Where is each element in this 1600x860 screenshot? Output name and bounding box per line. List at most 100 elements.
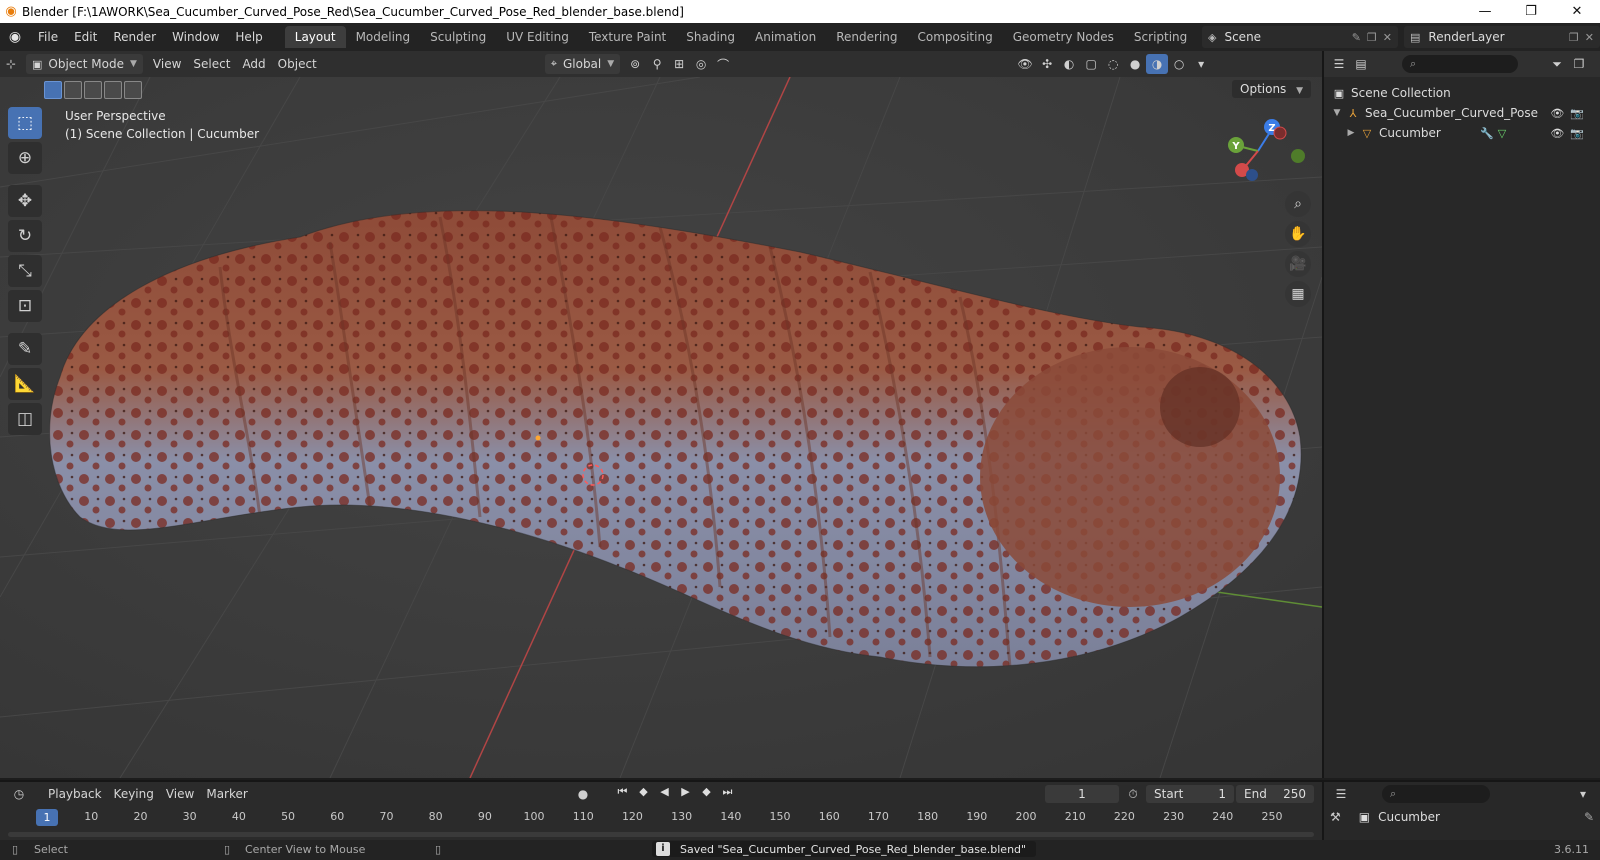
cursor-tool-icon[interactable]: ⊕ [8, 142, 42, 174]
saved-report[interactable]: i Saved "Sea_Cucumber_Curved_Pose_Red_bl… [652, 841, 1037, 857]
outliner-row-cucumber[interactable]: ▶ ▽ Cucumber 🔧 ▽ 👁📷 [1324, 123, 1600, 143]
tab-rendering[interactable]: Rendering [826, 26, 907, 48]
gizmo-neg-y-icon[interactable] [1291, 149, 1305, 163]
menu-add[interactable]: Add [236, 54, 271, 74]
gizmo-neg-x-icon[interactable] [1273, 126, 1287, 140]
menu-window[interactable]: Window [164, 26, 227, 48]
expand-down-icon[interactable]: ▼ [1330, 108, 1344, 118]
current-frame-field[interactable]: 1 [1045, 785, 1119, 803]
prev-keyframe-icon[interactable]: ◆ [634, 785, 653, 799]
3d-viewport[interactable]: User Perspective (1) Scene Collection | … [0, 77, 1322, 778]
menu-timeline-view[interactable]: View [160, 784, 200, 804]
transform-tool-icon[interactable]: ⊡ [8, 290, 42, 322]
close-icon[interactable]: ✕ [1554, 4, 1600, 19]
outliner-row-scene-collection[interactable]: ▣ Scene Collection [1324, 83, 1600, 103]
visibility-icon[interactable]: 👁 [1014, 54, 1036, 74]
shading-options-icon[interactable]: ▾ [1190, 54, 1212, 74]
solid-shading-icon[interactable]: ● [1124, 54, 1146, 74]
menu-marker[interactable]: Marker [200, 784, 253, 804]
select-invert-icon[interactable] [104, 81, 122, 99]
play-reverse-icon[interactable]: ◀ [655, 785, 674, 799]
new-scene-icon[interactable]: ❐ [1367, 31, 1377, 44]
select-extend-icon[interactable] [64, 81, 82, 99]
blender-menu-icon[interactable]: ◉ [0, 29, 30, 45]
mesh-data-icon[interactable]: ▽ [1498, 127, 1506, 140]
move-tool-icon[interactable]: ✥ [8, 185, 42, 217]
tab-layout[interactable]: Layout [284, 26, 346, 48]
restore-icon[interactable]: ❐ [1508, 4, 1554, 19]
viewport-scene[interactable] [0, 77, 1322, 778]
mode-dropdown[interactable]: ▣ Object Mode ▼ [26, 54, 143, 74]
tool-properties-icon[interactable]: ⚒ [1330, 810, 1341, 824]
gizmo-toggle-icon[interactable]: ✣ [1036, 54, 1058, 74]
scene-selector[interactable]: ◈ Scene ✎ ❐ ✕ [1202, 26, 1398, 48]
snap-target-icon[interactable]: ⊞ [668, 54, 690, 74]
properties-editor-icon[interactable]: ☰ [1330, 784, 1352, 804]
next-keyframe-icon[interactable]: ◆ [697, 785, 716, 799]
modifier-wrench-icon[interactable]: 🔧 ▽ [1480, 127, 1506, 140]
jump-start-icon[interactable]: ⏮ [613, 785, 632, 799]
outliner-editor-icon[interactable]: ☰ [1328, 54, 1350, 74]
options-dropdown[interactable]: Options ▼ [1232, 80, 1312, 98]
gizmo-neg-z-icon[interactable] [1246, 169, 1258, 181]
menu-edit[interactable]: Edit [66, 26, 105, 48]
xray-icon[interactable]: ▢ [1080, 54, 1102, 74]
snap-icon[interactable]: ⚲ [646, 54, 668, 74]
pin-icon[interactable]: ✎ [1352, 31, 1361, 44]
properties-search-input[interactable]: ⌕ [1382, 785, 1490, 803]
ortho-toggle-icon[interactable]: ▦ [1285, 281, 1311, 307]
proportional-edit-icon[interactable]: ◎ [690, 54, 712, 74]
menu-object[interactable]: Object [272, 54, 323, 74]
timeline-scrollbar[interactable] [8, 832, 1314, 837]
new-collection-icon[interactable]: ❐ [1568, 54, 1590, 74]
pivot-icon[interactable]: ⊚ [624, 54, 646, 74]
current-frame-marker[interactable]: 1 [36, 809, 58, 826]
select-box-tool-icon[interactable]: ⬚ [8, 107, 42, 139]
play-icon[interactable]: ▶ [676, 785, 695, 799]
pin-icon[interactable]: ✎ [1584, 810, 1594, 824]
tab-geometry-nodes[interactable]: Geometry Nodes [1003, 26, 1124, 48]
delete-scene-icon[interactable]: ✕ [1383, 31, 1392, 44]
clock-icon[interactable]: ⏱ [1122, 784, 1144, 804]
filter-icon[interactable]: ⏷ [1546, 54, 1568, 74]
navigation-gizmo[interactable]: Z Y [1228, 115, 1308, 185]
select-new-icon[interactable] [44, 81, 62, 99]
rotate-tool-icon[interactable]: ↻ [8, 220, 42, 252]
material-shading-icon[interactable]: ◑ [1146, 54, 1169, 74]
expand-right-icon[interactable]: ▶ [1344, 128, 1358, 138]
tab-sculpting[interactable]: Sculpting [420, 26, 496, 48]
overlay-toggle-icon[interactable]: ◐ [1058, 54, 1080, 74]
menu-view[interactable]: View [147, 54, 187, 74]
auto-keying-icon[interactable]: ● [572, 784, 594, 804]
outliner-row-empty[interactable]: ▼ ⅄ Sea_Cucumber_Curved_Pose 👁📷 [1324, 103, 1600, 123]
select-intersect-icon[interactable] [124, 81, 142, 99]
timeline-editor-icon[interactable]: ◷ [8, 784, 30, 804]
menu-help[interactable]: Help [227, 26, 270, 48]
scale-tool-icon[interactable]: ⤡ [8, 255, 42, 287]
jump-end-icon[interactable]: ⏭ [718, 785, 737, 799]
wireframe-shading-icon[interactable]: ◌ [1102, 54, 1124, 74]
minimize-icon[interactable]: — [1462, 4, 1508, 19]
zoom-icon[interactable]: ⌕ [1285, 191, 1311, 217]
menu-keying[interactable]: Keying [108, 784, 160, 804]
outliner-search-input[interactable]: ⌕ [1402, 55, 1518, 73]
orientation-dropdown[interactable]: ⌖ Global ▼ [544, 54, 621, 74]
tab-animation[interactable]: Animation [745, 26, 826, 48]
tab-texture-paint[interactable]: Texture Paint [579, 26, 676, 48]
tab-uv-editing[interactable]: UV Editing [496, 26, 579, 48]
view-layer-selector[interactable]: ▤ RenderLayer ❐ ✕ [1404, 26, 1600, 48]
tab-scripting[interactable]: Scripting [1124, 26, 1197, 48]
measure-tool-icon[interactable]: 📐 [8, 368, 42, 400]
new-layer-icon[interactable]: ❐ [1569, 31, 1579, 44]
editor-type-icon[interactable]: ⊹ [0, 54, 22, 74]
visibility-camera-icons[interactable]: 👁📷 [1550, 107, 1590, 120]
chevron-down-icon[interactable]: ▾ [1572, 784, 1594, 804]
end-frame-field[interactable]: End 250 [1236, 785, 1314, 803]
menu-playback[interactable]: Playback [42, 784, 108, 804]
tab-shading[interactable]: Shading [676, 26, 745, 48]
add-cube-tool-icon[interactable]: ◫ [8, 403, 42, 435]
rendered-shading-icon[interactable]: ○ [1168, 54, 1190, 74]
visibility-camera-icons[interactable]: 👁📷 [1550, 127, 1590, 140]
pan-hand-icon[interactable]: ✋ [1285, 221, 1311, 247]
menu-render[interactable]: Render [105, 26, 164, 48]
